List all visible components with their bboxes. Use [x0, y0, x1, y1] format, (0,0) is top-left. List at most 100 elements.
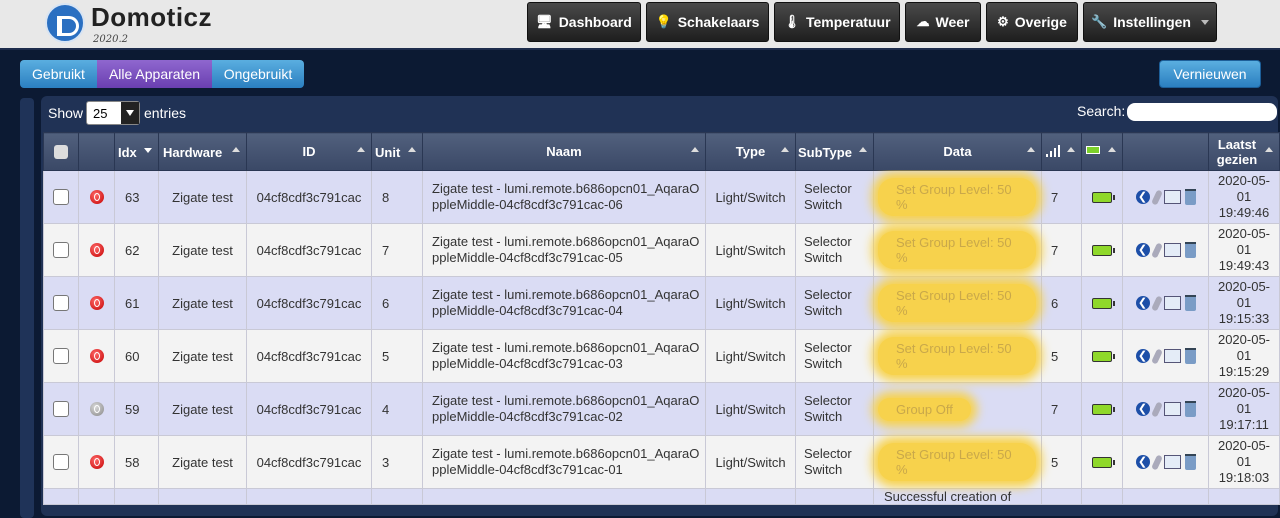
entries-label: entries	[144, 105, 187, 121]
back-arrow-icon[interactable]: ❮	[1135, 190, 1150, 204]
row-select-cell[interactable]	[43, 435, 79, 489]
table-row[interactable]: 58 Zigate test 04cf8cdf3c791cac 3 Zigate tes…	[43, 435, 1280, 489]
trash-icon[interactable]	[1184, 401, 1196, 417]
row-select-cell[interactable]	[43, 170, 79, 224]
status-cell[interactable]	[78, 223, 115, 277]
log-icon[interactable]	[1163, 296, 1181, 310]
signal-header[interactable]	[1041, 132, 1082, 171]
id-header[interactable]: ID	[246, 132, 372, 171]
table-row[interactable]: 60 Zigate test 04cf8cdf3c791cac 5 Zigate tes…	[43, 329, 1280, 383]
trash-icon[interactable]	[1184, 454, 1196, 470]
power-status-icon[interactable]	[89, 243, 104, 257]
status-cell[interactable]	[78, 276, 115, 330]
power-status-icon[interactable]	[89, 190, 104, 204]
log-icon[interactable]	[1163, 402, 1181, 416]
back-arrow-icon[interactable]: ❮	[1135, 455, 1150, 469]
tab-ongebruikt[interactable]: Ongebruikt	[212, 60, 304, 88]
nav-temperatuur-button[interactable]: 🌡 Temperatuur	[774, 2, 900, 42]
nav-schakelaars-button[interactable]: 💡 Schakelaars	[646, 2, 769, 42]
last-seen-header[interactable]: Laatst gezien	[1208, 132, 1280, 171]
utility-icon: ⚙	[997, 14, 1009, 29]
edit-pencil-icon[interactable]	[1150, 347, 1163, 365]
edit-pencil-icon[interactable]	[1150, 400, 1163, 418]
status-cell[interactable]	[78, 382, 115, 436]
power-status-icon[interactable]	[89, 349, 104, 363]
row-checkbox[interactable]	[53, 348, 69, 364]
edit-pencil-icon[interactable]	[1150, 294, 1163, 312]
table-row[interactable]: 63 Zigate test 04cf8cdf3c791cac 8 Zigate tes…	[43, 170, 1280, 224]
nav-weer-button[interactable]: ☁ Weer	[905, 2, 981, 42]
edit-pencil-icon[interactable]	[1150, 453, 1163, 471]
log-icon[interactable]	[1163, 455, 1181, 469]
entries-select[interactable]: 25	[86, 101, 140, 125]
trash-icon[interactable]	[1184, 348, 1196, 364]
type-header[interactable]: Type	[705, 132, 796, 171]
table-row[interactable]: Successful creation of	[43, 488, 1280, 505]
row-select-cell[interactable]	[43, 382, 79, 436]
status-cell[interactable]	[78, 435, 115, 489]
battery-header[interactable]	[1081, 132, 1123, 171]
back-arrow-icon[interactable]: ❮	[1135, 402, 1150, 416]
trash-icon[interactable]	[1184, 295, 1196, 311]
row-select-cell[interactable]	[43, 329, 79, 383]
empty-cell	[371, 488, 423, 505]
naam-header-label: Naam	[546, 144, 582, 159]
refresh-button[interactable]: Vernieuwen	[1159, 60, 1261, 88]
log-icon[interactable]	[1163, 190, 1181, 204]
search-input[interactable]	[1127, 103, 1277, 121]
power-status-icon[interactable]	[89, 296, 104, 310]
nav-overige-button[interactable]: ⚙ Overige	[986, 2, 1078, 42]
row-select-cell[interactable]	[43, 276, 79, 330]
data-value: Set Group Level: 50 %	[878, 178, 1036, 216]
trash-icon[interactable]	[1184, 242, 1196, 258]
row-checkbox[interactable]	[53, 189, 69, 205]
edit-pencil-icon[interactable]	[1150, 241, 1163, 259]
row-checkbox[interactable]	[53, 401, 69, 417]
data-cell: Set Group Level: 50 %	[873, 223, 1042, 277]
data-cell: Set Group Level: 50 %	[873, 329, 1042, 383]
status-cell[interactable]	[78, 329, 115, 383]
back-arrow-icon[interactable]: ❮	[1135, 296, 1150, 310]
row-checkbox[interactable]	[53, 295, 69, 311]
empty-cell	[78, 488, 115, 505]
trash-icon[interactable]	[1184, 189, 1196, 205]
domoticz-logo-icon[interactable]	[45, 3, 85, 43]
nav-label: Schakelaars	[677, 14, 760, 30]
log-icon[interactable]	[1163, 349, 1181, 363]
back-arrow-icon[interactable]: ❮	[1135, 243, 1150, 257]
row-checkbox[interactable]	[53, 242, 69, 258]
nav-label: Temperatuur	[805, 14, 891, 30]
nav-instellingen-button[interactable]: 🔧 Instellingen	[1083, 2, 1217, 42]
naam-header[interactable]: Naam	[422, 132, 706, 171]
battery-cell	[1081, 223, 1123, 277]
power-status-icon[interactable]	[89, 455, 104, 469]
tab-gebruikt[interactable]: Gebruikt	[20, 60, 97, 88]
last-seen-cell: 2020-05-01 19:15:33	[1208, 276, 1280, 330]
status-cell[interactable]	[78, 170, 115, 224]
data-header[interactable]: Data	[873, 132, 1042, 171]
last-seen-cell: 2020-05-01 19:49:46	[1208, 170, 1280, 224]
row-select-cell[interactable]	[43, 223, 79, 277]
nav-dashboard-button[interactable]: 🖥 Dashboard	[527, 2, 641, 42]
unit-header[interactable]: Unit	[371, 132, 423, 171]
table-row[interactable]: 62 Zigate test 04cf8cdf3c791cac 7 Zigate tes…	[43, 223, 1280, 277]
power-status-icon[interactable]	[89, 402, 104, 416]
table-row[interactable]: 59 Zigate test 04cf8cdf3c791cac 4 Zigate tes…	[43, 382, 1280, 436]
idx-header[interactable]: Idx	[114, 132, 159, 171]
tab-alle-apparaten[interactable]: Alle Apparaten	[97, 60, 212, 88]
subtype-header[interactable]: SubType	[795, 132, 874, 171]
log-icon[interactable]	[1163, 243, 1181, 257]
id-cell: 04cf8cdf3c791cac	[246, 382, 372, 436]
unit-cell: 7	[371, 223, 423, 277]
idx-cell: 61	[114, 276, 159, 330]
sort-icon	[781, 147, 789, 152]
table-row[interactable]: 61 Zigate test 04cf8cdf3c791cac 6 Zigate tes…	[43, 276, 1280, 330]
lightbulb-icon: 💡	[655, 14, 672, 29]
edit-pencil-icon[interactable]	[1150, 188, 1163, 206]
battery-icon	[1092, 350, 1115, 362]
select-all-checkbox[interactable]	[54, 144, 68, 159]
hardware-header[interactable]: Hardware	[158, 132, 247, 171]
select-all-header[interactable]	[43, 132, 79, 171]
back-arrow-icon[interactable]: ❮	[1135, 349, 1150, 363]
row-checkbox[interactable]	[53, 454, 69, 470]
